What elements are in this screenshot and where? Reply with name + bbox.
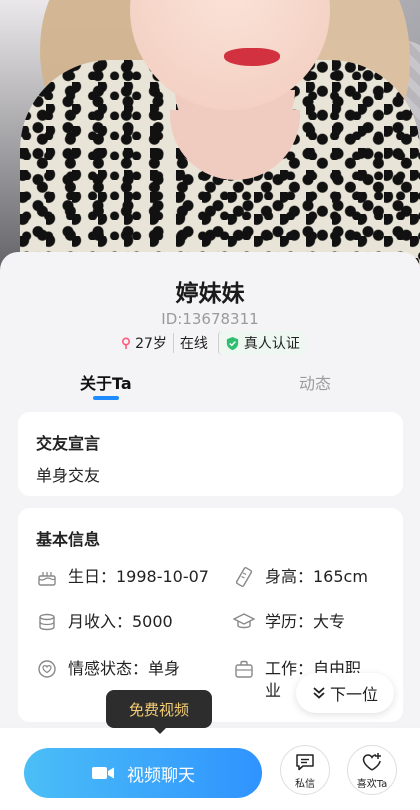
profile-sheet: 婷妹妹 ID:13678311 27岁 在线 真人认证 关于Ta 动态 交友宣言… <box>0 252 420 722</box>
tooltip-arrow <box>153 727 167 734</box>
age-tag: 27岁 <box>114 333 173 353</box>
like-button[interactable]: 喜欢Ta <box>347 745 397 795</box>
basic-info-title: 基本信息 <box>36 530 101 549</box>
tab-about[interactable]: 关于Ta <box>80 370 132 394</box>
next-button[interactable]: 下一位 <box>296 673 394 713</box>
message-icon <box>296 753 314 770</box>
cake-icon <box>38 572 56 586</box>
tab-moments[interactable]: 动态 <box>299 370 331 394</box>
heart-chat-icon <box>38 660 56 678</box>
video-chat-button[interactable]: 视频聊天 <box>24 748 262 798</box>
shield-check-icon <box>226 336 239 350</box>
profile-name: 婷妹妹 <box>175 281 245 307</box>
coins-icon <box>39 613 55 631</box>
female-icon <box>122 337 131 349</box>
message-button[interactable]: 私信 <box>280 745 330 795</box>
profile-photo <box>0 0 420 290</box>
declaration-card: 交友宣言 单身交友 <box>18 412 403 496</box>
declaration-title: 交友宣言 <box>36 434 101 453</box>
verified-badge: 真人认证 <box>217 331 306 355</box>
heart-plus-icon <box>362 752 381 771</box>
relationship-item: 情感状态：单身 <box>36 658 180 680</box>
free-video-tooltip: 免费视频 <box>106 690 212 728</box>
profile-tabs: 关于Ta 动态 <box>0 370 420 406</box>
tab-active-indicator <box>93 396 119 400</box>
height-item: 身高：165cm <box>233 566 368 588</box>
profile-tags: 27岁 在线 真人认证 <box>0 331 420 355</box>
ruler-icon <box>235 567 253 587</box>
briefcase-icon <box>235 660 253 678</box>
education-item: 学历：大专 <box>233 611 345 633</box>
video-camera-icon <box>92 767 114 779</box>
profile-id: ID:13678311 <box>161 310 259 328</box>
income-item: 月收入：5000 <box>36 611 173 633</box>
declaration-text: 单身交友 <box>36 466 101 485</box>
bottom-action-bar: 视频聊天 私信 喜欢Ta <box>0 728 420 810</box>
double-chevron-down-icon <box>313 687 325 699</box>
online-tag: 在线 <box>172 333 214 353</box>
graduation-cap-icon <box>233 613 255 629</box>
birthday-item: 生日：1998-10-07 <box>36 566 209 588</box>
